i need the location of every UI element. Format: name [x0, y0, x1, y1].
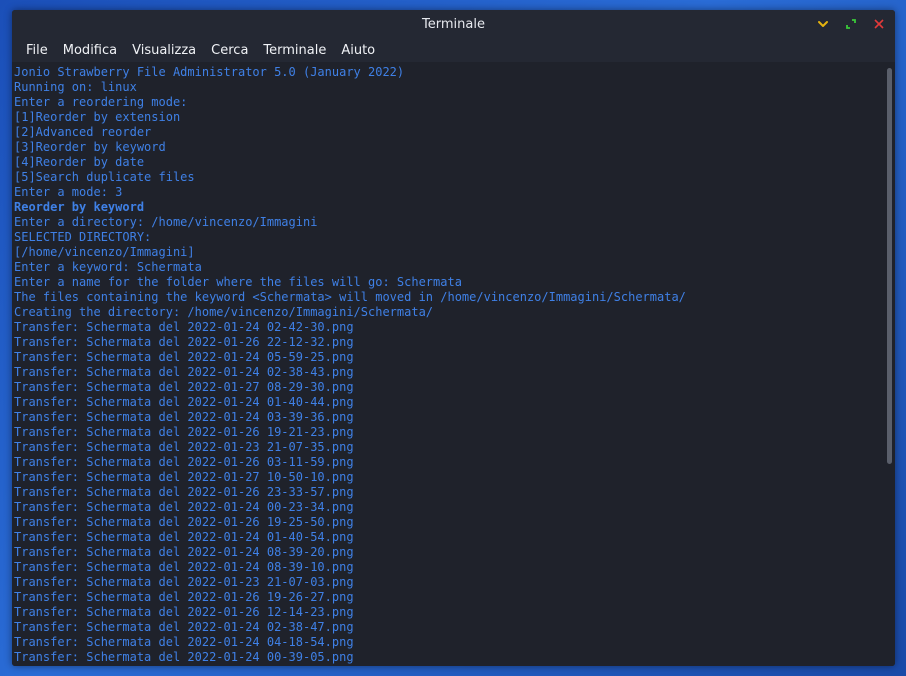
terminal-line: Transfer: Schermata del 2022-01-26 23-33… — [14, 485, 354, 499]
close-icon — [874, 19, 884, 29]
terminal-line: Transfer: Schermata del 2022-01-26 19-21… — [14, 425, 354, 439]
terminal-line: Transfer: Schermata del 2022-01-23 21-07… — [14, 575, 354, 589]
terminal-line: Transfer: Schermata del 2022-01-24 08-39… — [14, 545, 354, 559]
terminal-line: Transfer: Schermata del 2022-01-24 02-38… — [14, 365, 354, 379]
terminal-line: Transfer: Schermata del 2022-01-27 10-50… — [14, 470, 354, 484]
menu-bar: File Modifica Visualizza Cerca Terminale… — [12, 38, 895, 62]
window-title: Terminale — [422, 16, 485, 32]
terminal-line: Running on: linux — [14, 80, 137, 94]
menu-file[interactable]: File — [20, 43, 54, 58]
terminal-line: Transfer: Schermata del 2022-01-24 02-38… — [14, 620, 354, 634]
terminal-line: [2]Advanced reorder — [14, 125, 152, 139]
terminal-lines: Jonio Strawberry File Administrator 5.0 … — [12, 62, 885, 665]
terminal-line: Transfer: Schermata del 2022-01-24 02-42… — [14, 320, 354, 334]
terminal-line: Transfer: Schermata del 2022-01-24 05-59… — [14, 350, 354, 364]
minimize-button[interactable] — [813, 14, 833, 34]
vertical-scrollbar[interactable] — [885, 62, 895, 666]
terminal-line: Transfer: Schermata del 2022-01-24 03-39… — [14, 410, 354, 424]
terminal-line: Transfer: Schermata del 2022-01-26 22-12… — [14, 335, 354, 349]
terminal-line: Transfer: Schermata del 2022-01-24 08-39… — [14, 560, 354, 574]
terminal-window: Terminale File Modifica Visualizza Cerca… — [12, 10, 895, 666]
terminal-line: Creating the directory: /home/vincenzo/I… — [14, 305, 434, 319]
terminal-line: [/home/vincenzo/Immagini] — [14, 245, 195, 259]
menu-visualizza[interactable]: Visualizza — [126, 43, 202, 58]
terminal-line: Transfer: Schermata del 2022-01-24 01-40… — [14, 530, 354, 544]
chevron-down-icon — [818, 21, 828, 27]
terminal-line: Transfer: Schermata del 2022-01-24 04-18… — [14, 635, 354, 649]
terminal-line: Enter a keyword: Schermata — [14, 260, 202, 274]
terminal-line: [3]Reorder by keyword — [14, 140, 166, 154]
terminal-line: Transfer: Schermata del 2022-01-26 03-11… — [14, 455, 354, 469]
terminal-line: Transfer: Schermata del 2022-01-24 01-40… — [14, 395, 354, 409]
terminal-line: The files containing the keyword <Scherm… — [14, 290, 686, 304]
terminal-line: Transfer: Schermata del 2022-01-26 19-25… — [14, 515, 354, 529]
close-button[interactable] — [869, 14, 889, 34]
terminal-line: [5]Search duplicate files — [14, 170, 195, 184]
terminal-line: Reorder by keyword — [14, 200, 145, 214]
terminal-line: Transfer: Schermata del 2022-01-23 21-07… — [14, 440, 354, 454]
maximize-button[interactable] — [841, 14, 861, 34]
terminal-line: Transfer: Schermata del 2022-01-24 00-39… — [14, 650, 354, 664]
terminal-line: [4]Reorder by date — [14, 155, 145, 169]
scrollbar-thumb[interactable] — [887, 68, 892, 464]
terminal-output[interactable]: Jonio Strawberry File Administrator 5.0 … — [12, 62, 885, 666]
terminal-line: SELECTED DIRECTORY: — [14, 230, 152, 244]
expand-icon — [846, 19, 856, 29]
menu-modifica[interactable]: Modifica — [57, 43, 123, 58]
terminal-line: Enter a name for the folder where the fi… — [14, 275, 462, 289]
terminal-line: Enter a mode: 3 — [14, 185, 123, 199]
menu-terminale[interactable]: Terminale — [257, 43, 332, 58]
menu-cerca[interactable]: Cerca — [205, 43, 254, 58]
terminal-line: Transfer: Schermata del 2022-01-26 19-26… — [14, 590, 354, 604]
terminal-line: Transfer: Schermata del 2022-01-26 12-14… — [14, 605, 354, 619]
menu-aiuto[interactable]: Aiuto — [335, 43, 381, 58]
terminal-line: Enter a reordering mode: — [14, 95, 188, 109]
terminal-line: Enter a directory: /home/vincenzo/Immagi… — [14, 215, 318, 229]
terminal-line: Transfer: Schermata del 2022-01-27 08-29… — [14, 380, 354, 394]
terminal-line: Transfer: Schermata del 2022-01-24 00-23… — [14, 500, 354, 514]
terminal-line: [1]Reorder by extension — [14, 110, 181, 124]
window-controls — [813, 14, 889, 34]
title-bar[interactable]: Terminale — [12, 10, 895, 38]
terminal-line: Jonio Strawberry File Administrator 5.0 … — [14, 65, 405, 79]
